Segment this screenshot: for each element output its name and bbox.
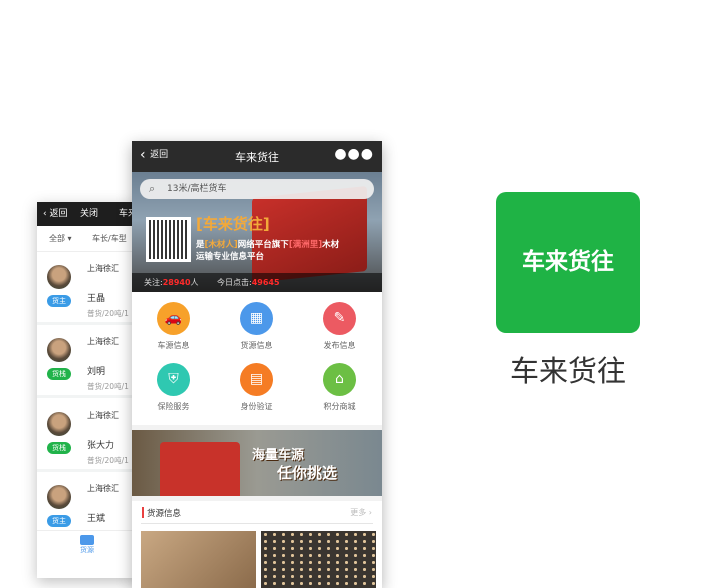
grid-item-label: 保险服务 [157,402,190,411]
stats-bar: 关注:28940人 今日点击:49645 [132,273,382,292]
grid-item[interactable]: 🚗 车源信息 [132,302,215,362]
promo-line1: 海量车源 [252,448,305,463]
more-menu-icon[interactable]: ●●● [334,146,374,162]
filter-all-label: 全部 [49,234,65,243]
grid-item-label: 货源信息 [240,341,273,350]
cargo-image-lumber[interactable] [141,531,256,588]
name: 王晶 [87,294,106,304]
section-accent [142,507,144,518]
avatar [47,338,71,362]
search-icon: ⌕ [149,182,156,195]
location: 上海徐汇 [87,484,119,493]
edit-icon: ✎ [323,302,356,335]
id-card-icon: ▤ [240,363,273,396]
grid-item-label: 身份验证 [240,402,273,411]
list-item[interactable]: 货主 上海徐汇 王晶 普货/20吨/1 [37,253,137,325]
banner-line2: 运输专业信息平台 [196,252,265,262]
clicks-stat: 今日点击:49645 [217,278,280,287]
search-placeholder: 13米/高栏货车 [167,184,227,194]
filter-all[interactable]: 全部 ▾ [49,226,72,252]
promo-banner[interactable]: 海量车源 任你挑选 [132,430,382,496]
cargo-image-logs[interactable] [261,531,376,588]
front-header: ‹ 返回 车来货往 ●●● [132,141,382,172]
close-button[interactable]: 关闭 [80,202,98,226]
cargo-icon [80,535,94,545]
cargo-section: 货源信息 更多 › [132,501,382,588]
avatar [47,412,71,436]
name: 张大力 [87,441,115,451]
grid-icon: ▦ [240,302,273,335]
detail: 普货/20吨/1 [87,382,129,391]
location: 上海徐汇 [87,411,119,420]
app-name: 车来货往 [509,354,626,388]
grid-item-label: 积分商城 [323,402,356,411]
banner-line1: 是[木材人]网络平台旗下[满洲里]木材 [196,240,340,250]
grid-item-label: 发布信息 [323,341,356,350]
truck-image [252,185,367,284]
grid-item-label: 车源信息 [157,341,190,350]
filter-bar: 全部 ▾ 车长/车型 [37,226,137,252]
qr-code [146,217,191,262]
banner-title: [车来货往] [196,215,270,233]
name: 王斌 [87,514,106,524]
grid-item[interactable]: ⛨ 保险服务 [132,363,215,423]
list-item[interactable]: 货栈 上海徐汇 张大力 普货/20吨/1 [37,400,137,472]
back-label: 返回 [49,209,68,219]
avatar [47,265,71,289]
shop-icon: ⌂ [323,363,356,396]
more-label: 更多 [350,508,367,517]
followers-stat: 关注:28940人 [144,278,199,287]
chevron-right-icon: › [368,508,372,517]
hero-banner[interactable]: ⌕ 13米/高栏货车 [车来货往] 是[木材人]网络平台旗下[满洲里]木材 运输… [132,172,382,292]
more-link[interactable]: 更多 › [350,507,372,518]
role-badge: 货栈 [47,368,71,380]
name: 刘明 [87,367,106,377]
grid-item[interactable]: ✎ 发布信息 [298,302,381,362]
back-button[interactable]: ‹ 返回 [43,202,67,226]
back-phone-screen: ‹ 返回 关闭 车来 全部 ▾ 车长/车型 货主 上海徐汇 王晶 普货/20吨/… [37,202,137,578]
grid-item[interactable]: ▤ 身份验证 [215,363,298,423]
filter-length[interactable]: 车长/车型 [92,226,127,252]
tab-label: 货源 [80,546,94,554]
search-input[interactable]: ⌕ 13米/高栏货车 [140,179,374,199]
list-item[interactable]: 货栈 上海徐汇 刘明 普货/20吨/1 [37,326,137,398]
role-badge: 货栈 [47,442,71,454]
detail: 普货/20吨/1 [87,456,129,465]
front-phone-screen: ‹ 返回 车来货往 ●●● ⌕ 13米/高栏货车 [车来货往] 是[木材人]网络… [132,141,382,588]
location: 上海徐汇 [87,264,119,273]
section-title: 货源信息 [147,509,182,519]
back-header: ‹ 返回 关闭 车来 [37,202,137,226]
car-icon: 🚗 [157,302,190,335]
truck-image [160,442,240,496]
tab-cargo[interactable]: 货源 [37,530,137,560]
feature-grid: 🚗 车源信息 ▦ 货源信息 ✎ 发布信息 ⛨ 保险服务 ▤ 身份验证 ⌂ 积分商城 [132,292,382,425]
promo-line2: 任你挑选 [277,464,338,482]
app-icon-text: 车来货往 [522,249,614,275]
divider [141,523,373,524]
app-icon: 车来货往 [496,192,640,333]
grid-item[interactable]: ▦ 货源信息 [215,302,298,362]
avatar [47,485,71,509]
role-badge: 货主 [47,515,71,527]
role-badge: 货主 [47,295,71,307]
location: 上海徐汇 [87,337,119,346]
grid-item[interactable]: ⌂ 积分商城 [298,363,381,423]
shield-icon: ⛨ [157,363,190,396]
detail: 普货/20吨/1 [87,309,129,318]
caret-down-icon: ▾ [67,234,72,243]
